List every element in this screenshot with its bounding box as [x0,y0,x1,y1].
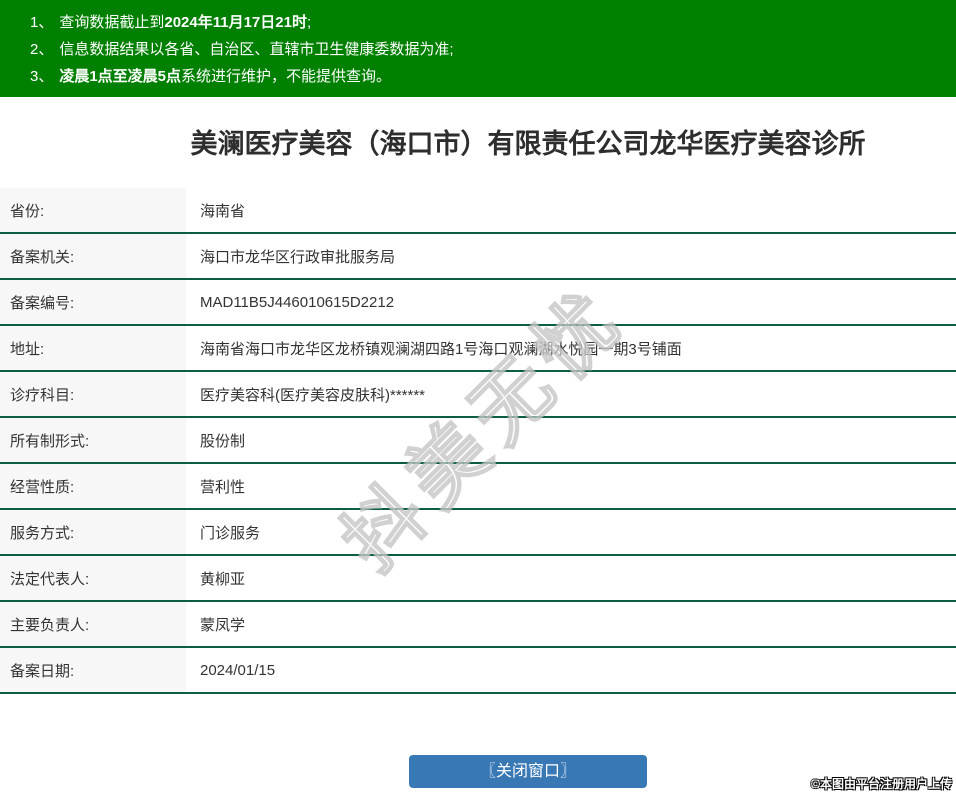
row-label: 备案日期: [0,648,186,692]
row-label: 服务方式: [0,510,186,554]
row-label: 主要负责人: [0,602,186,646]
notice-text-bold: 2024年11月17日21时 [164,14,307,31]
notice-line-2: 2、 信息数据结果以各省、自治区、直辖市卫生健康委数据为准; [30,36,946,63]
row-label: 诊疗科目: [0,372,186,416]
row-value: 医疗美容科(医疗美容皮肤科)****** [186,372,956,416]
row-label: 备案编号: [0,280,186,324]
row-label: 所有制形式: [0,418,186,462]
row-label: 备案机关: [0,234,186,278]
row-value: 海南省海口市龙华区龙桥镇观澜湖四路1号海口观澜湖水悦园一期3号铺面 [186,326,956,370]
row-value: 营利性 [186,464,956,508]
row-label: 省份: [0,188,186,232]
table-row-service-mode: 服务方式: 门诊服务 [0,510,956,556]
row-label: 地址: [0,326,186,370]
title-area: 美澜医疗美容（海口市）有限责任公司龙华医疗美容诊所 [0,97,956,188]
copyright-stamp: ©本图由平台注册用户上传 [811,777,952,791]
row-value: 股份制 [186,418,956,462]
row-value: 海南省 [186,188,956,232]
close-window-button[interactable]: 〖关闭窗口〗 [409,755,647,788]
row-value: 蒙凤学 [186,602,956,646]
table-row-legal-representative: 法定代表人: 黄柳亚 [0,556,956,602]
table-row-address: 地址: 海南省海口市龙华区龙桥镇观澜湖四路1号海口观澜湖水悦园一期3号铺面 [0,326,956,372]
notice-number: 2、 [30,41,54,58]
notice-text: 系统进行维护，不能提供查询。 [181,68,392,85]
notice-text: 信息数据结果以各省、自治区、直辖市卫生健康委数据为准; [59,41,454,58]
table-row-filing-number: 备案编号: MAD11B5J446010615D2212 [0,280,956,326]
notice-text: ; [306,14,312,31]
table-row-filing-date: 备案日期: 2024/01/15 [0,648,956,694]
row-value: 黄柳亚 [186,556,956,600]
row-value: MAD11B5J446010615D2212 [186,280,956,324]
notice-number: 1、 [30,14,54,31]
notice-text-bold: 凌晨1点至凌晨5点 [59,68,182,85]
table-row-filing-authority: 备案机关: 海口市龙华区行政审批服务局 [0,234,956,280]
table-row-principal: 主要负责人: 蒙凤学 [0,602,956,648]
table-row-departments: 诊疗科目: 医疗美容科(医疗美容皮肤科)****** [0,372,956,418]
row-value: 2024/01/15 [186,648,956,692]
table-row-ownership: 所有制形式: 股份制 [0,418,956,464]
notice-line-3: 3、 凌晨1点至凌晨5点系统进行维护，不能提供查询。 [30,63,946,90]
table-row-business-nature: 经营性质: 营利性 [0,464,956,510]
row-label: 经营性质: [0,464,186,508]
row-value: 海口市龙华区行政审批服务局 [186,234,956,278]
notice-line-1: 1、 查询数据截止到2024年11月17日21时; [30,9,946,36]
record-table: 省份: 海南省 备案机关: 海口市龙华区行政审批服务局 备案编号: MAD11B… [0,188,956,694]
row-value: 门诊服务 [186,510,956,554]
table-row-province: 省份: 海南省 [0,188,956,234]
page-title: 美澜医疗美容（海口市）有限责任公司龙华医疗美容诊所 [190,129,866,159]
row-label: 法定代表人: [0,556,186,600]
notice-banner: 1、 查询数据截止到2024年11月17日21时; 2、 信息数据结果以各省、自治区… [0,0,956,97]
notice-number: 3、 [30,68,54,85]
notice-text: 查询数据截止到 [59,14,165,31]
